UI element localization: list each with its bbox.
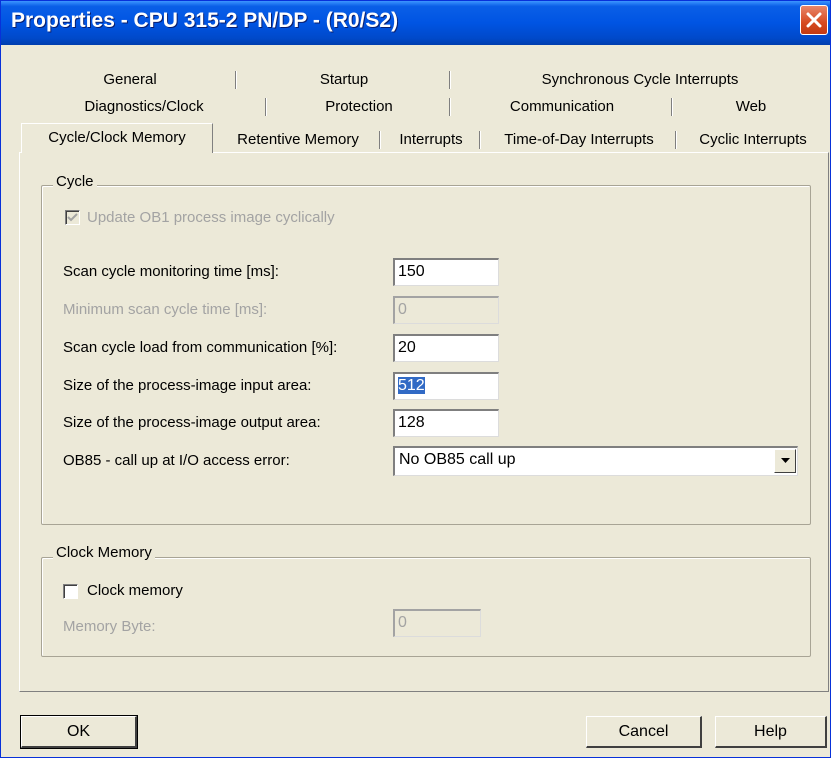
clock-memory-checkbox[interactable] xyxy=(63,584,78,599)
memory-byte-input[interactable]: 0 xyxy=(393,609,481,637)
tab-cyclic-interrupts[interactable]: Cyclic Interrupts xyxy=(677,129,829,151)
update-ob1-checkbox[interactable] xyxy=(65,210,80,225)
min-scan-input[interactable]: 0 xyxy=(393,296,499,324)
pi-output-label: Size of the process-image output area: xyxy=(63,414,321,431)
min-scan-label: Minimum scan cycle time [ms]: xyxy=(63,301,268,318)
scan-monitoring-label: Scan cycle monitoring time [ms]: xyxy=(63,263,279,280)
tab-general[interactable]: General xyxy=(23,69,237,91)
tab-protection[interactable]: Protection xyxy=(267,96,451,118)
pi-input-label: Size of the process-image input area: xyxy=(63,377,312,394)
close-button[interactable] xyxy=(800,5,828,35)
close-icon xyxy=(806,12,822,28)
update-ob1-label: Update OB1 process image cyclically xyxy=(87,209,335,226)
tab-retentive-memory[interactable]: Retentive Memory xyxy=(215,129,381,151)
cycle-group-label: Cycle xyxy=(53,173,97,190)
title-bar[interactable]: Properties - CPU 315-2 PN/DP - (R0/S2) xyxy=(1,1,830,45)
tab-communication[interactable]: Communication xyxy=(451,96,673,118)
clock-memory-checkbox-label: Clock memory xyxy=(87,582,183,599)
clock-memory-group-label: Clock Memory xyxy=(53,544,155,561)
tab-web[interactable]: Web xyxy=(673,96,829,118)
tab-time-of-day-interrupts[interactable]: Time-of-Day Interrupts xyxy=(481,129,677,151)
tab-interrupts[interactable]: Interrupts xyxy=(381,129,481,151)
checkmark-icon xyxy=(67,213,78,222)
ob85-label: OB85 - call up at I/O access error: xyxy=(63,452,290,469)
clock-memory-groupbox xyxy=(41,557,811,657)
help-button[interactable]: Help xyxy=(715,716,827,748)
ob85-select[interactable]: No OB85 call up xyxy=(393,446,798,476)
ob85-selected-value: No OB85 call up xyxy=(399,451,516,468)
ob85-dropdown-button[interactable] xyxy=(774,449,796,473)
chevron-down-icon xyxy=(781,458,790,463)
memory-byte-label: Memory Byte: xyxy=(63,618,156,635)
cancel-button[interactable]: Cancel xyxy=(586,716,702,748)
pi-input-selected-text: 512 xyxy=(398,377,425,394)
scan-load-input[interactable]: 20 xyxy=(393,334,499,362)
scan-monitoring-input[interactable]: 150 xyxy=(393,258,499,286)
tab-startup[interactable]: Startup xyxy=(237,69,451,91)
scan-load-label: Scan cycle load from communication [%]: xyxy=(63,339,338,356)
ok-button[interactable]: OK xyxy=(20,715,138,749)
window-title: Properties - CPU 315-2 PN/DP - (R0/S2) xyxy=(11,9,399,32)
pi-input-field[interactable]: 512 xyxy=(393,372,499,400)
tab-diagnostics-clock[interactable]: Diagnostics/Clock xyxy=(21,96,267,118)
properties-dialog: Properties - CPU 315-2 PN/DP - (R0/S2) G… xyxy=(0,0,831,758)
tab-cycle-clock-memory[interactable]: Cycle/Clock Memory xyxy=(21,123,213,153)
tab-synchronous-cycle-interrupts[interactable]: Synchronous Cycle Interrupts xyxy=(451,69,829,91)
pi-output-input[interactable]: 128 xyxy=(393,409,499,437)
